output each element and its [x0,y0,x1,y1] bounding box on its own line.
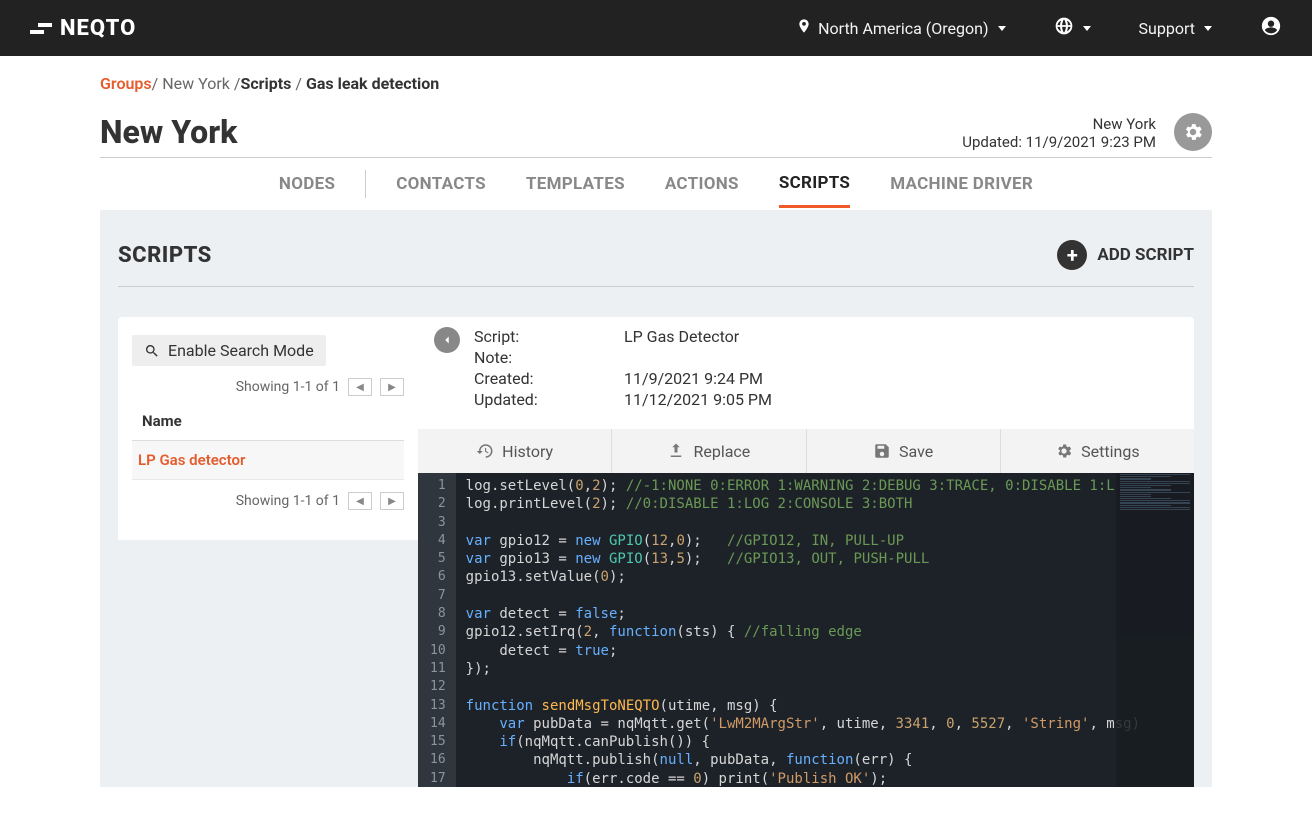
label-script: Script: [474,327,624,346]
value-note [624,348,772,367]
location-pin-icon [796,17,812,39]
save-icon [873,442,891,460]
language-selector[interactable] [1054,16,1091,40]
region-label: North America (Oregon) [818,19,988,38]
page-header: New York New York Updated: 11/9/2021 9:2… [100,103,1212,158]
breadcrumb-group: New York [162,74,230,93]
upload-icon [667,442,685,460]
label-note: Note: [474,348,624,367]
pager-text: Showing 1-1 of 1 [236,379,340,395]
label-updated: Updated: [474,390,624,409]
tab-actions[interactable]: ACTIONS [665,162,739,206]
list-item[interactable]: LP Gas detector [132,441,404,480]
pager-prev-button[interactable]: ◀ [348,492,372,510]
pager-top: Showing 1-1 of 1 ◀ ▶ [132,378,404,396]
caret-down-icon [1204,26,1212,31]
chevron-left-icon [440,333,454,347]
section-title: SCRIPTS [118,243,1057,268]
caret-down-icon [1083,26,1091,31]
add-script-label: ADD SCRIPT [1097,245,1194,265]
list-column-name: Name [132,402,404,441]
plus-icon: + [1057,240,1087,270]
meta-name: New York [962,115,1156,133]
breadcrumb-scripts: Scripts [240,74,291,93]
user-icon [1260,15,1282,41]
meta-updated: Updated: 11/9/2021 9:23 PM [962,133,1156,151]
logo[interactable]: NEQTO [30,16,136,41]
value-script: LP Gas Detector [624,327,772,346]
breadcrumb-current: Gas leak detection [306,74,439,93]
settings-gear-button[interactable] [1174,113,1212,151]
replace-button[interactable]: Replace [612,429,806,473]
pager-prev-button[interactable]: ◀ [348,378,372,396]
page-title: New York [100,113,962,151]
pager-bottom: Showing 1-1 of 1 ◀ ▶ [132,492,404,510]
page-meta: New York Updated: 11/9/2021 9:23 PM [962,115,1156,151]
value-updated: 11/12/2021 9:05 PM [624,390,772,409]
save-label: Save [899,442,933,461]
scripts-section: SCRIPTS + ADD SCRIPT Enable Search Mode … [100,210,1212,787]
search-icon [144,343,160,359]
pager-text: Showing 1-1 of 1 [236,493,340,509]
add-script-button[interactable]: + ADD SCRIPT [1057,240,1194,270]
tab-scripts[interactable]: SCRIPTS [779,161,850,208]
history-button[interactable]: History [418,429,612,473]
replace-label: Replace [693,442,750,461]
pager-next-button[interactable]: ▶ [380,378,404,396]
script-meta: Script: LP Gas Detector Note: Created: 1… [474,327,772,409]
gear-icon [1055,442,1073,460]
tab-templates[interactable]: TEMPLATES [526,162,625,206]
settings-label: Settings [1081,442,1139,461]
tab-divider [365,170,366,198]
enable-search-button[interactable]: Enable Search Mode [132,335,326,366]
code-editor[interactable]: 1234567891011121314151617 log.setLevel(0… [418,473,1194,787]
script-list-panel: Enable Search Mode Showing 1-1 of 1 ◀ ▶ … [118,317,418,540]
tab-machine-driver[interactable]: MACHINE DRIVER [890,162,1033,206]
history-label: History [502,442,553,461]
region-selector[interactable]: North America (Oregon) [796,17,1005,39]
support-label: Support [1139,19,1195,38]
editor-settings-button[interactable]: Settings [1001,429,1194,473]
value-created: 11/9/2021 9:24 PM [624,369,772,388]
pager-next-button[interactable]: ▶ [380,492,404,510]
tabs: NODES CONTACTS TEMPLATES ACTIONS SCRIPTS… [100,158,1212,210]
gear-icon [1182,121,1204,143]
search-label: Enable Search Mode [168,341,314,360]
code-content[interactable]: log.setLevel(0,2); //-1:NONE 0:ERROR 1:W… [456,473,1150,787]
history-icon [476,442,494,460]
editor-toolbar: History Replace Save Settings [418,429,1194,473]
code-gutter: 1234567891011121314151617 [418,473,456,787]
breadcrumb-groups[interactable]: Groups [100,74,152,93]
logo-text: NEQTO [60,16,136,41]
tab-contacts[interactable]: CONTACTS [396,162,486,206]
label-created: Created: [474,369,624,388]
support-menu[interactable]: Support [1139,19,1212,38]
breadcrumb: Groups/ New York /Scripts / Gas leak det… [100,56,1212,103]
section-header: SCRIPTS + ADD SCRIPT [118,230,1194,287]
user-menu[interactable] [1260,15,1282,41]
globe-icon [1054,16,1074,40]
save-button[interactable]: Save [807,429,1001,473]
code-minimap[interactable] [1116,473,1194,787]
topbar: NEQTO North America (Oregon) Support [0,0,1312,56]
logo-icon [30,18,52,38]
back-button[interactable] [434,327,460,353]
tab-nodes[interactable]: NODES [279,162,335,206]
script-detail-panel: Script: LP Gas Detector Note: Created: 1… [418,317,1194,787]
caret-down-icon [998,26,1006,31]
